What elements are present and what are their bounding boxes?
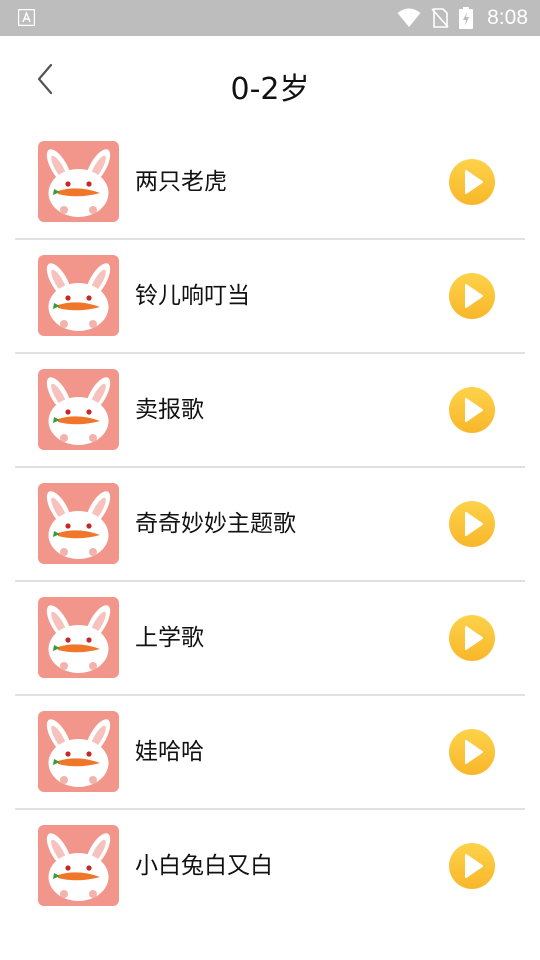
page-title: 0-2岁 bbox=[230, 72, 310, 107]
no-sim-icon bbox=[431, 8, 449, 28]
rabbit-icon bbox=[46, 605, 111, 673]
song-row[interactable]: 两只老虎 bbox=[15, 126, 525, 240]
battery-charging-icon bbox=[459, 7, 474, 29]
rabbit-thumbnail bbox=[38, 825, 119, 906]
rabbit-icon bbox=[46, 719, 111, 787]
song-row[interactable]: 铃儿响叮当 bbox=[15, 240, 525, 354]
rabbit-thumbnail bbox=[38, 255, 119, 336]
song-title: 两只老虎 bbox=[135, 169, 227, 195]
rabbit-icon bbox=[46, 491, 111, 559]
song-row[interactable]: 奇奇妙妙主题歌 bbox=[15, 468, 525, 582]
rabbit-thumbnail bbox=[38, 369, 119, 450]
play-button-icon[interactable] bbox=[449, 615, 495, 661]
rabbit-thumbnail bbox=[38, 711, 119, 792]
rabbit-thumbnail bbox=[38, 597, 119, 678]
status-bar: 8:08 bbox=[0, 0, 540, 36]
song-title: 小白兔白又白 bbox=[135, 853, 273, 879]
play-button-icon[interactable] bbox=[449, 843, 495, 889]
song-title: 娃哈哈 bbox=[135, 739, 204, 765]
rabbit-icon bbox=[46, 149, 111, 217]
status-time: 8:08 bbox=[487, 6, 528, 29]
play-button-icon[interactable] bbox=[449, 387, 495, 433]
app-notification-icon bbox=[18, 9, 35, 26]
rabbit-thumbnail bbox=[38, 141, 119, 222]
wifi-icon bbox=[397, 8, 421, 27]
song-title: 奇奇妙妙主题歌 bbox=[135, 511, 296, 537]
rabbit-icon bbox=[46, 377, 111, 445]
song-title: 上学歌 bbox=[135, 625, 204, 651]
song-row[interactable]: 上学歌 bbox=[15, 582, 525, 696]
song-title: 铃儿响叮当 bbox=[135, 283, 250, 309]
rabbit-icon bbox=[46, 263, 111, 331]
rabbit-icon bbox=[46, 833, 111, 901]
song-row[interactable]: 小白兔白又白 bbox=[15, 810, 525, 922]
app-bar: 0-2岁 bbox=[0, 36, 540, 136]
rabbit-thumbnail bbox=[38, 483, 119, 564]
play-button-icon[interactable] bbox=[449, 159, 495, 205]
song-list: 两只老虎 铃儿响叮当 卖报歌 奇奇妙妙主题歌 上学歌 娃哈哈 小白兔白又白 bbox=[0, 126, 540, 922]
song-title: 卖报歌 bbox=[135, 397, 204, 423]
song-row[interactable]: 娃哈哈 bbox=[15, 696, 525, 810]
play-button-icon[interactable] bbox=[449, 501, 495, 547]
play-button-icon[interactable] bbox=[449, 729, 495, 775]
play-button-icon[interactable] bbox=[449, 273, 495, 319]
song-row[interactable]: 卖报歌 bbox=[15, 354, 525, 468]
